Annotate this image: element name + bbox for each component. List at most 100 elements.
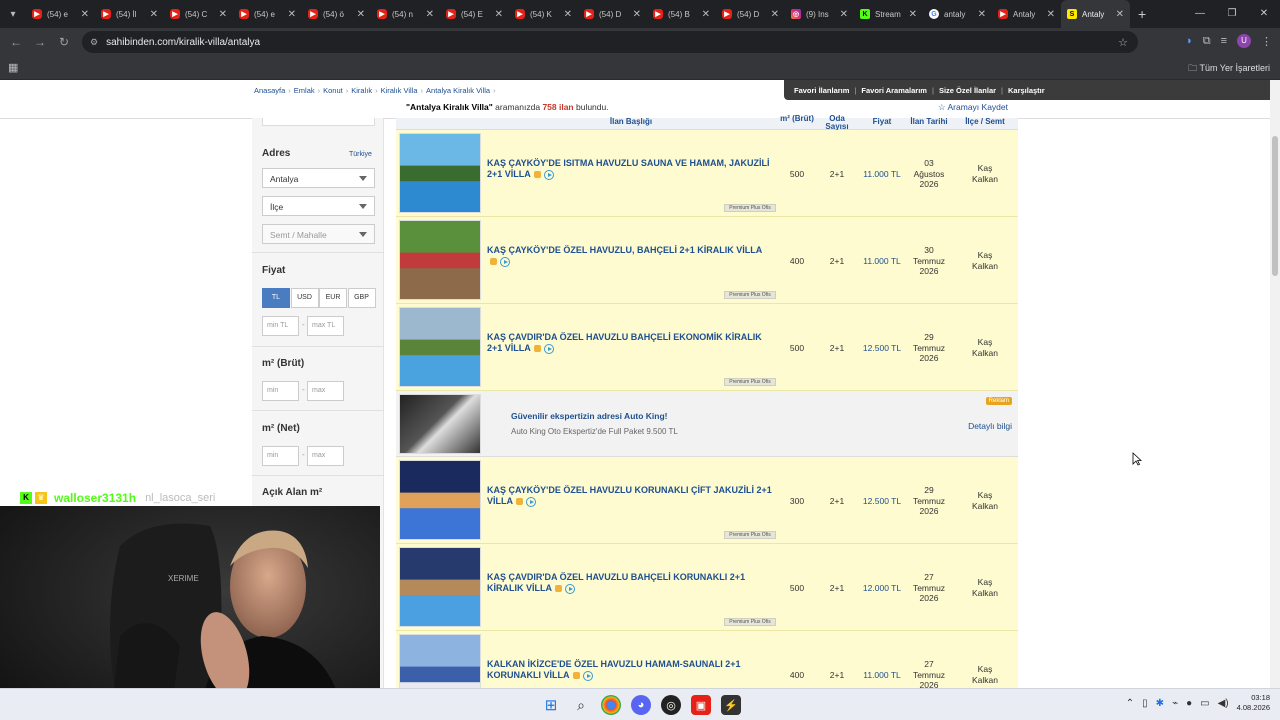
listing-title[interactable]: KAŞ ÇAYKÖY'DE ÖZEL HAVUZLU KORUNAKLI ÇİF…	[487, 485, 777, 507]
minimize-button[interactable]: —	[1184, 0, 1216, 28]
breadcrumb-item[interactable]: Anasayfa	[254, 86, 285, 95]
browser-tab[interactable]: ▶ (54) e ✕	[233, 0, 302, 28]
app-red-icon[interactable]: ▣	[691, 695, 711, 715]
browser-tab[interactable]: ▶ (54) D ✕	[578, 0, 647, 28]
browser-menu-icon[interactable]: ⋮	[1261, 35, 1272, 48]
ad-photo[interactable]	[399, 394, 481, 454]
browser-tab[interactable]: ▶ (54) E ✕	[440, 0, 509, 28]
header-date[interactable]: İlan Tarihi	[906, 118, 952, 126]
address-bar[interactable]: ⚙ sahibinden.com/kiralik-villa/antalya ☆	[82, 31, 1138, 53]
close-tab-icon[interactable]: ✕	[219, 9, 227, 20]
browser-tab[interactable]: K Stream ✕	[854, 0, 923, 28]
volume-icon[interactable]: ◀)	[1218, 698, 1229, 709]
topnav-link[interactable]: Size Özel İlanlar	[939, 86, 996, 95]
header-title[interactable]: İlan Başlığı	[486, 118, 776, 126]
close-tab-icon[interactable]: ✕	[633, 9, 641, 20]
video-play-icon[interactable]	[500, 256, 510, 267]
close-tab-icon[interactable]: ✕	[1116, 9, 1124, 20]
video-play-icon[interactable]	[526, 496, 536, 507]
topnav-link[interactable]: Karşılaştır	[1008, 86, 1045, 95]
back-icon[interactable]: ←	[4, 35, 28, 49]
listing-title[interactable]: KAŞ ÇAVDIR'DA ÖZEL HAVUZLU BAHÇELİ KORUN…	[487, 572, 777, 594]
browser-tab[interactable]: ▶ (54) ö ✕	[302, 0, 371, 28]
windows-start-icon[interactable]: ⊞	[541, 695, 561, 715]
m2-gross-min-input[interactable]: min	[262, 381, 299, 401]
bookmark-star-icon[interactable]: ☆	[1118, 36, 1128, 49]
m2-gross-max-input[interactable]: max	[307, 381, 344, 401]
restore-button[interactable]: ❐	[1216, 0, 1248, 28]
ad-details-link[interactable]: Detaylı bilgi	[968, 421, 1012, 431]
topnav-link[interactable]: Favori Aramalarım	[861, 86, 927, 95]
network-icon[interactable]: ⌁	[1172, 698, 1178, 709]
video-play-icon[interactable]	[565, 583, 575, 594]
max-price-input[interactable]: max TL	[307, 316, 344, 336]
chevron-up-icon[interactable]: ⌃	[1126, 698, 1134, 709]
browser-tab[interactable]: ▶ (54) n ✕	[371, 0, 440, 28]
listing-title[interactable]: KAŞ ÇAVDIR'DA ÖZEL HAVUZLU BAHÇELİ EKONO…	[487, 332, 777, 354]
profile-avatar[interactable]: U	[1237, 34, 1251, 48]
listing-photo[interactable]	[399, 133, 481, 213]
reload-icon[interactable]: ↻	[52, 35, 76, 49]
save-search-button[interactable]: ☆ Aramayı Kaydet	[938, 102, 1008, 113]
listing-row[interactable]: KAŞ ÇAVDIR'DA ÖZEL HAVUZLU BAHÇELİ EKONO…	[396, 304, 1018, 391]
close-tab-icon[interactable]: ✕	[150, 9, 158, 20]
taskbar-clock[interactable]: 03:18 4.08.2026	[1237, 693, 1270, 713]
discord-icon[interactable]: ◕	[631, 695, 651, 715]
listing-row[interactable]: KAŞ ÇAYKÖY'DE ISITMA HAVUZLU SAUNA VE HA…	[396, 130, 1018, 217]
close-tab-icon[interactable]: ✕	[495, 9, 503, 20]
search-icon[interactable]: ⌕	[571, 695, 591, 715]
browser-tab[interactable]: ◎ (9) Ins ✕	[785, 0, 854, 28]
app-yellow-icon[interactable]: ⚡	[721, 695, 741, 715]
close-tab-icon[interactable]: ✕	[978, 9, 986, 20]
currency-usd-button[interactable]: USD	[290, 288, 319, 308]
listing-photo[interactable]	[399, 307, 481, 387]
browser-tab[interactable]: ▶ (54) C ✕	[164, 0, 233, 28]
currency-tl-button[interactable]: TL	[262, 288, 290, 308]
currency-eur-button[interactable]: EUR	[319, 288, 347, 308]
video-play-icon[interactable]	[543, 343, 554, 354]
video-play-icon[interactable]	[582, 670, 593, 681]
breadcrumb-item[interactable]: Kiralık	[351, 86, 372, 95]
ad-title[interactable]: Güvenilir ekspertizin adresi Auto King!	[511, 411, 668, 421]
chrome-icon[interactable]	[601, 695, 621, 715]
browser-tab[interactable]: ▶ (54) B ✕	[647, 0, 716, 28]
close-tab-icon[interactable]: ✕	[702, 9, 710, 20]
close-window-button[interactable]: ✕	[1248, 0, 1280, 28]
browser-tab[interactable]: ▶ Antaly ✕	[992, 0, 1061, 28]
listing-row[interactable]: KAŞ ÇAYKÖY'DE ÖZEL HAVUZLU, BAHÇELİ 2+1 …	[396, 217, 1018, 304]
breadcrumb-item[interactable]: Konut	[323, 86, 343, 95]
close-tab-icon[interactable]: ✕	[771, 9, 779, 20]
close-tab-icon[interactable]: ✕	[81, 9, 89, 20]
listing-title[interactable]: KAŞ ÇAYKÖY'DE ISITMA HAVUZLU SAUNA VE HA…	[487, 158, 777, 180]
close-tab-icon[interactable]: ✕	[1047, 9, 1055, 20]
listing-photo[interactable]	[399, 460, 481, 540]
district-select[interactable]: İlçe	[262, 196, 375, 216]
all-bookmarks-link[interactable]: 🗀 Tüm Yer İşaretleri	[1188, 61, 1270, 77]
tab-search-icon[interactable]: ▾	[0, 0, 26, 28]
listing-title[interactable]: KALKAN İKİZCE'DE ÖZEL HAVUZLU HAMAM-SAUN…	[487, 659, 777, 681]
listing-row[interactable]: KAŞ ÇAYKÖY'DE ÖZEL HAVUZLU KORUNAKLI ÇİF…	[396, 457, 1018, 544]
browser-tab[interactable]: ▶ (54) K ✕	[509, 0, 578, 28]
extension-icon[interactable]: ◗	[1186, 35, 1193, 47]
header-rooms[interactable]: Oda Sayısı	[820, 115, 854, 131]
new-tab-button[interactable]: +	[1138, 6, 1146, 22]
listing-title[interactable]: KAŞ ÇAYKÖY'DE ÖZEL HAVUZLU, BAHÇELİ 2+1 …	[487, 245, 777, 267]
extensions-puzzle-icon[interactable]: ⧉	[1203, 35, 1211, 48]
header-location[interactable]: İlçe / Semt	[956, 118, 1014, 126]
close-tab-icon[interactable]: ✕	[564, 9, 572, 20]
reading-list-icon[interactable]: ≡	[1221, 35, 1227, 47]
browser-tab[interactable]: S Antaly ✕	[1061, 0, 1130, 28]
close-tab-icon[interactable]: ✕	[357, 9, 365, 20]
m2-net-min-input[interactable]: min	[262, 446, 299, 466]
close-tab-icon[interactable]: ✕	[840, 9, 848, 20]
obs-icon[interactable]: ◎	[661, 695, 681, 715]
page-scrollbar[interactable]	[1270, 80, 1280, 688]
country-link[interactable]: Türkiye	[349, 151, 372, 158]
province-select[interactable]: Antalya	[262, 168, 375, 188]
breadcrumb-item[interactable]: Emlak	[294, 86, 315, 95]
video-play-icon[interactable]	[543, 169, 554, 180]
apps-grid-icon[interactable]: ▦	[8, 61, 18, 74]
neighborhood-select[interactable]: Semt / Mahalle	[262, 224, 375, 244]
forward-icon[interactable]: →	[28, 35, 52, 49]
currency-gbp-button[interactable]: GBP	[347, 288, 376, 308]
